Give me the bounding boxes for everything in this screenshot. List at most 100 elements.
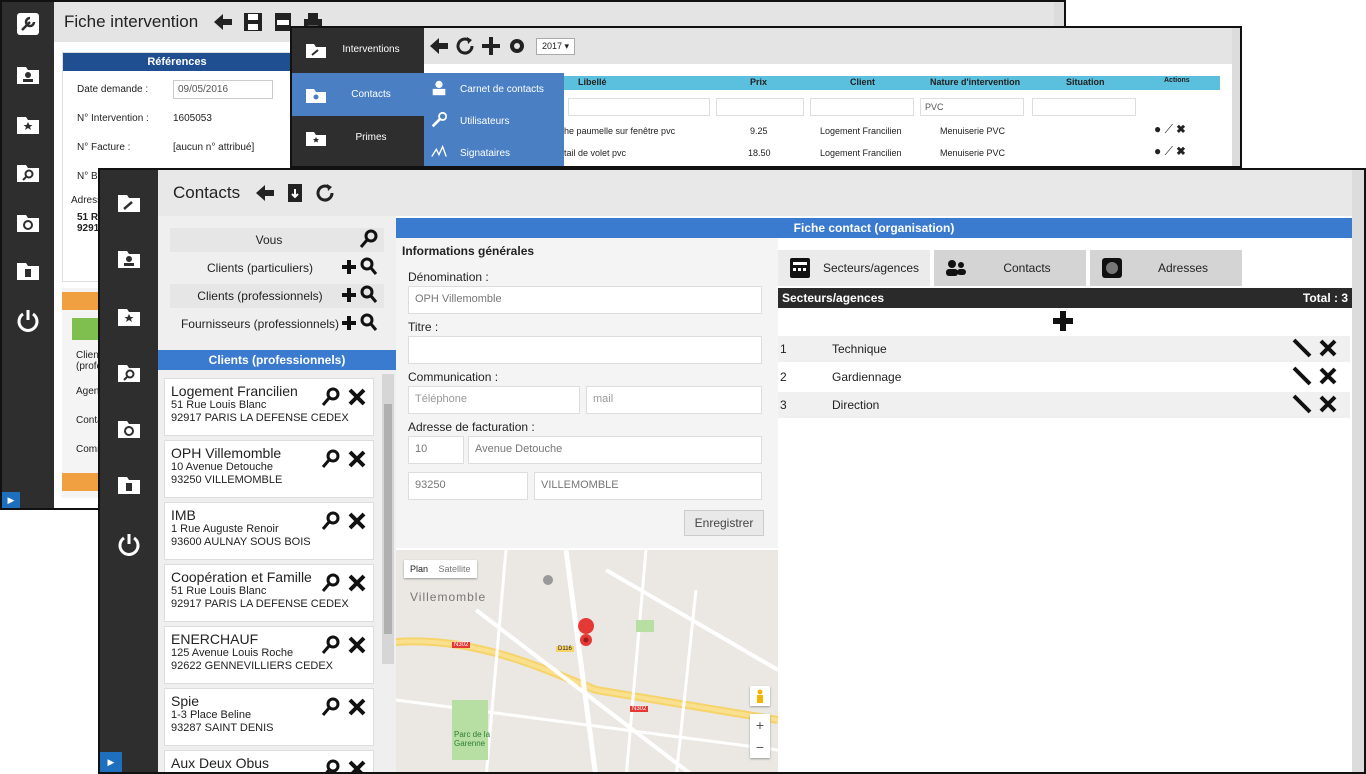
- search-icon[interactable]: [321, 449, 341, 473]
- add-search-icon[interactable]: [340, 257, 380, 280]
- search-icon[interactable]: [321, 511, 341, 535]
- titre-field[interactable]: [408, 336, 762, 364]
- map-plan-button[interactable]: Plan Satellite: [404, 560, 477, 578]
- zoom-controls[interactable]: + −: [750, 714, 770, 758]
- zoom-in-button[interactable]: +: [750, 714, 770, 736]
- client-card[interactable]: Spie 1-3 Place Beline 93287 SAINT DENIS: [164, 688, 374, 746]
- star-folder-icon[interactable]: [100, 296, 158, 336]
- delete-icon[interactable]: [347, 635, 367, 659]
- power-icon[interactable]: [2, 300, 54, 340]
- nav-primes[interactable]: Primes: [292, 116, 424, 159]
- search-icon[interactable]: [358, 229, 380, 252]
- search-icon[interactable]: [321, 635, 341, 659]
- back-arrow-icon[interactable]: [254, 182, 276, 204]
- expand-button[interactable]: ▶: [2, 492, 20, 508]
- delete-icon[interactable]: [347, 449, 367, 473]
- client-card[interactable]: Aux Deux Obus: [164, 750, 374, 772]
- back-arrow-icon[interactable]: [428, 35, 450, 57]
- client-card[interactable]: Coopération et Famille 51 Rue Louis Blanc…: [164, 564, 374, 622]
- city-field[interactable]: VILLEMOMBLE: [534, 472, 762, 500]
- row-actions[interactable]: ● ⟋ ✖: [1154, 122, 1185, 137]
- search-folder-icon[interactable]: [2, 152, 54, 192]
- street-number-field[interactable]: 10: [408, 436, 464, 464]
- client-card[interactable]: OPH Villemomble 10 Avenue Detouche 93250 V…: [164, 440, 374, 498]
- delete-icon[interactable]: [347, 759, 367, 772]
- row-actions[interactable]: ● ⟋ ✖: [1154, 144, 1185, 159]
- scrollbar[interactable]: [1232, 28, 1240, 166]
- denomination-field[interactable]: OPH Villemomble: [408, 286, 762, 314]
- expand-button[interactable]: ▶: [100, 752, 122, 772]
- search-icon[interactable]: [321, 387, 341, 411]
- search-icon[interactable]: [321, 697, 341, 721]
- power-icon[interactable]: [100, 524, 158, 564]
- add-search-icon[interactable]: [340, 313, 380, 336]
- delete-icon[interactable]: [1318, 338, 1338, 361]
- map[interactable]: Plan Satellite Villemomble Parc de la Gar…: [396, 550, 778, 772]
- filter-prix[interactable]: [716, 98, 804, 116]
- client-card[interactable]: Logement Francilien 51 Rue Louis Blanc 929…: [164, 378, 374, 436]
- edit-icon[interactable]: [1292, 338, 1312, 361]
- search-icon[interactable]: [321, 759, 341, 772]
- nav-interventions[interactable]: Interventions: [292, 28, 424, 71]
- contacts-folder-icon[interactable]: [2, 54, 54, 94]
- add-icon[interactable]: [480, 35, 502, 57]
- submenu-carnet[interactable]: Carnet de contacts: [424, 73, 564, 105]
- star-folder-icon[interactable]: [2, 104, 54, 144]
- delete-icon[interactable]: [1318, 366, 1338, 389]
- edit-icon[interactable]: [1292, 394, 1312, 417]
- phone-field[interactable]: Téléphone: [408, 386, 580, 414]
- search-folder-icon[interactable]: [100, 352, 158, 392]
- clock-folder-icon[interactable]: [100, 408, 158, 448]
- date-demande-field[interactable]: 09/05/2016: [173, 80, 273, 99]
- map-satellite-button[interactable]: Satellite: [439, 564, 471, 574]
- save-icon[interactable]: [242, 11, 264, 33]
- back-arrow-icon[interactable]: [212, 11, 234, 33]
- tab-contacts[interactable]: Contacts: [934, 250, 1086, 286]
- list-scrollbar[interactable]: [382, 374, 394, 664]
- postal-code-field[interactable]: 93250: [408, 472, 528, 500]
- filter-situation[interactable]: [1032, 98, 1136, 116]
- wrench-icon[interactable]: [2, 4, 54, 44]
- add-sector-icon[interactable]: [1052, 310, 1074, 335]
- filter-client[interactable]: [810, 98, 914, 116]
- delete-icon[interactable]: [347, 697, 367, 721]
- submenu-signataires[interactable]: Signataires: [424, 137, 564, 166]
- export-icon[interactable]: [284, 182, 306, 204]
- gear-icon[interactable]: [506, 35, 528, 57]
- client-card[interactable]: IMB 1 Rue Auguste Renoir 93600 AULNAY SOUS…: [164, 502, 374, 560]
- year-select[interactable]: 2017 ▾: [536, 37, 576, 55]
- scrollbar[interactable]: [1352, 170, 1364, 772]
- delete-icon[interactable]: [1318, 394, 1338, 417]
- tab-adresses[interactable]: Adresses: [1090, 250, 1242, 286]
- category-particuliers[interactable]: Clients (particuliers): [170, 256, 384, 280]
- submenu-label: Signataires: [460, 147, 511, 159]
- add-search-icon[interactable]: [340, 285, 380, 308]
- refresh-icon[interactable]: [454, 35, 476, 57]
- submenu-utilisateurs[interactable]: Utilisateurs: [424, 105, 564, 137]
- street-name-field[interactable]: Avenue Detouche: [468, 436, 762, 464]
- filter-nature[interactable]: PVC: [920, 98, 1024, 116]
- mail-field[interactable]: mail: [586, 386, 762, 414]
- edit-icon[interactable]: [1292, 366, 1312, 389]
- contacts-folder-icon[interactable]: [100, 238, 158, 278]
- refresh-icon[interactable]: [314, 182, 336, 204]
- delete-icon[interactable]: [347, 387, 367, 411]
- wrench-icon[interactable]: [100, 182, 158, 222]
- save-button[interactable]: Enregistrer: [684, 510, 764, 536]
- clock-folder-icon[interactable]: [2, 202, 54, 242]
- document-folder-icon[interactable]: [100, 464, 158, 504]
- pegman-icon[interactable]: [750, 686, 770, 706]
- category-professionnels[interactable]: Clients (professionnels): [170, 284, 384, 308]
- nav-contacts[interactable]: Contacts: [292, 73, 424, 116]
- communication-label: Communication :: [408, 370, 499, 384]
- delete-icon[interactable]: [347, 511, 367, 535]
- zoom-out-button[interactable]: −: [750, 736, 770, 758]
- delete-icon[interactable]: [347, 573, 367, 597]
- filter-libelle[interactable]: [568, 98, 710, 116]
- category-vous[interactable]: Vous: [170, 228, 384, 252]
- client-card[interactable]: ENERCHAUF 125 Avenue Louis Roche 92622 GEN…: [164, 626, 374, 684]
- document-folder-icon[interactable]: [2, 250, 54, 290]
- tab-secteurs[interactable]: Secteurs/agences: [778, 250, 930, 286]
- search-icon[interactable]: [321, 573, 341, 597]
- category-fournisseurs[interactable]: Fournisseurs (professionnels): [170, 312, 384, 336]
